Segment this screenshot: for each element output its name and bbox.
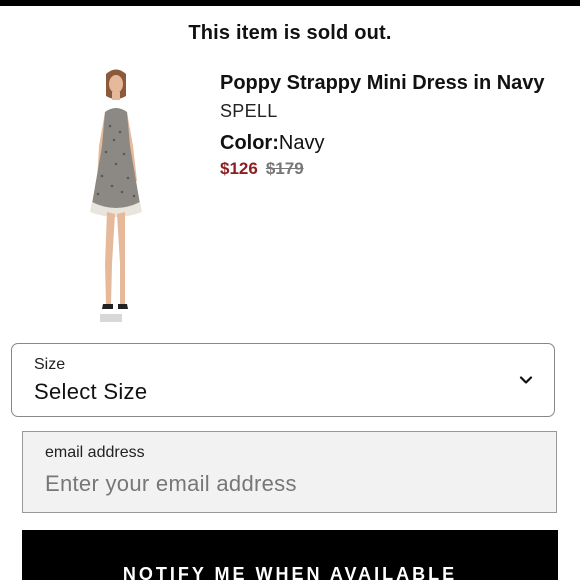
top-bar bbox=[0, 0, 580, 6]
size-label: Size bbox=[34, 356, 66, 373]
product-title[interactable]: Poppy Strappy Mini Dress in Navy bbox=[220, 72, 545, 95]
product-brand[interactable]: SPELL bbox=[220, 101, 278, 122]
product-color: Color:Navy bbox=[220, 132, 324, 155]
chevron-down-icon bbox=[519, 376, 533, 384]
color-label: Color: bbox=[220, 132, 279, 154]
size-value: Select Size bbox=[34, 379, 148, 404]
sale-price: $126 bbox=[220, 159, 258, 178]
color-value: Navy bbox=[278, 132, 325, 154]
product-image[interactable] bbox=[76, 66, 156, 322]
original-price: $179 bbox=[265, 159, 304, 178]
email-input[interactable] bbox=[45, 466, 525, 502]
email-field[interactable]: email address bbox=[22, 431, 557, 513]
sold-out-banner: This item is sold out. bbox=[188, 22, 392, 44]
size-select[interactable]: Size Select Size bbox=[11, 343, 555, 417]
notify-button[interactable]: NOTIFY ME WHEN AVAILABLE bbox=[22, 530, 558, 580]
product-price: $126 $179 bbox=[220, 159, 304, 179]
email-label: email address bbox=[45, 444, 145, 461]
